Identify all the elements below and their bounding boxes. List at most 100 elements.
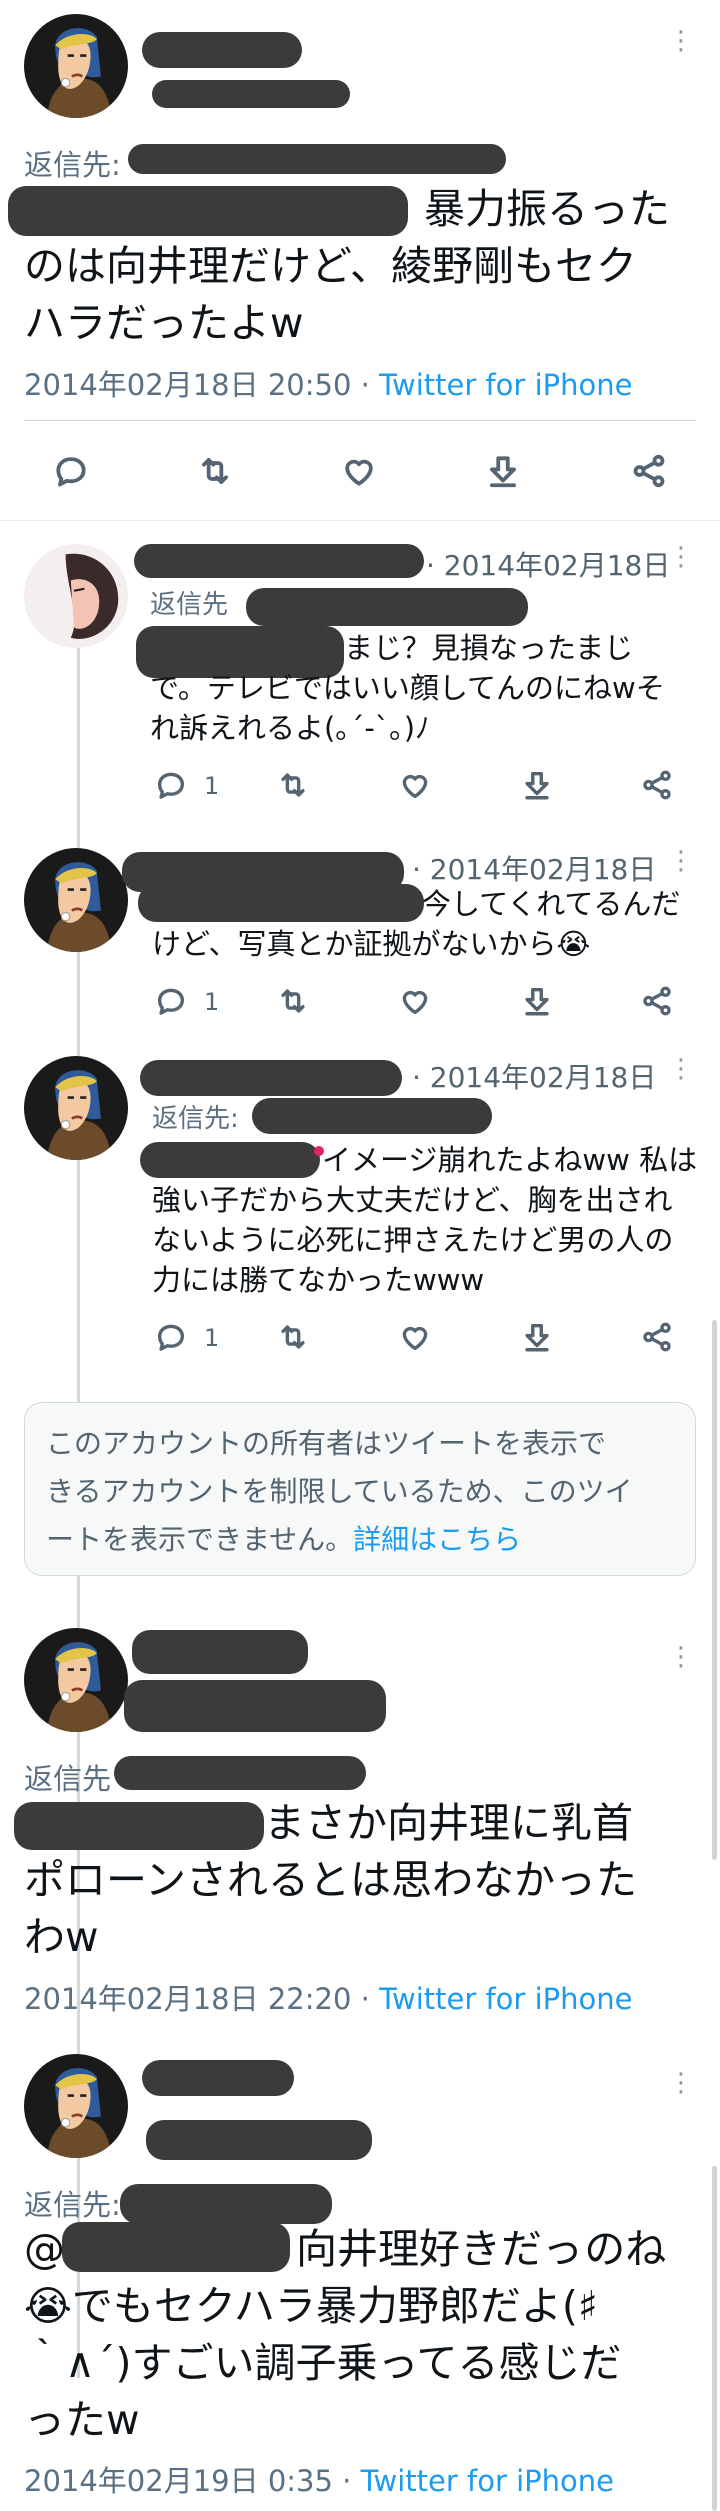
tweet-date: 2014年02月18日 20:50 bbox=[24, 368, 352, 402]
reply-icon[interactable] bbox=[154, 768, 188, 802]
avatar[interactable] bbox=[24, 544, 128, 648]
retweet-icon[interactable] bbox=[196, 452, 234, 490]
notice-line-text: ートを表示できません。 bbox=[46, 1523, 354, 1556]
learn-more-link[interactable]: 詳細はこちら bbox=[353, 1523, 521, 1556]
avatar[interactable] bbox=[24, 1628, 128, 1732]
reply-text-line: ないように必死に押さえたけど男の人の bbox=[152, 1223, 674, 1257]
reply-icon[interactable] bbox=[52, 452, 90, 490]
avatar[interactable] bbox=[24, 848, 128, 952]
more-icon[interactable]: ⋮ bbox=[668, 544, 694, 570]
notice-line: このアカウントの所有者はツイートを表示で bbox=[46, 1427, 607, 1460]
tweet-meta: 2014年02月18日 20:50 · Twitter for iPhone bbox=[24, 362, 632, 404]
reply-to-label: 返信先: bbox=[152, 1104, 239, 1134]
like-icon[interactable] bbox=[398, 984, 432, 1018]
redacted-reply-target bbox=[120, 2184, 332, 2224]
reply-icon[interactable] bbox=[154, 984, 188, 1018]
tweet-text-line: のは向井理だけど、綾野剛もセク bbox=[24, 242, 637, 290]
tweet-text-line: 向井理好きだっのね bbox=[296, 2225, 667, 2273]
share-icon[interactable] bbox=[640, 984, 674, 1018]
tweet-text-line: 暴力振るった bbox=[424, 185, 670, 233]
redacted-mention bbox=[62, 2222, 290, 2272]
notice-line: きるアカウントを制限しているため、このツイ bbox=[46, 1475, 633, 1508]
reply-date: · 2014年02月18日 bbox=[412, 853, 657, 886]
separator: · bbox=[342, 2464, 352, 2498]
reply-date: · 2014年02月18日 bbox=[412, 1061, 657, 1094]
reply-text-line: 力には勝てなかったwww bbox=[152, 1263, 485, 1297]
at-sign: @ bbox=[24, 2225, 65, 2273]
reply-count: 1 bbox=[204, 988, 220, 1016]
redacted-display-name bbox=[132, 1630, 308, 1674]
reply-to-label: 返信先: bbox=[24, 2188, 121, 2222]
more-icon[interactable]: ⋮ bbox=[668, 2070, 694, 2096]
retweet-icon[interactable] bbox=[276, 1320, 310, 1354]
redacted-handle bbox=[152, 80, 350, 108]
redacted-display-name bbox=[142, 2060, 294, 2096]
more-icon[interactable]: ⋮ bbox=[668, 848, 694, 874]
separator: · bbox=[360, 1982, 370, 2016]
retweet-icon[interactable] bbox=[276, 984, 310, 1018]
scrollbar[interactable] bbox=[712, 1320, 717, 1860]
download-icon[interactable] bbox=[520, 1320, 554, 1354]
avatar[interactable] bbox=[24, 14, 128, 118]
avatar[interactable] bbox=[24, 1056, 128, 1160]
like-icon[interactable] bbox=[398, 768, 432, 802]
tweet-text-line: ｀∧´)すごい調子乗ってる感じだ bbox=[24, 2339, 622, 2387]
share-icon[interactable] bbox=[630, 452, 668, 490]
reply-text-line: 今してくれてるんだ bbox=[422, 887, 681, 921]
redacted-display-name bbox=[142, 32, 302, 68]
reply-text-line: れ訴えれるよ(｡ˊ-ˋ｡)ﾉ bbox=[150, 711, 430, 745]
more-icon[interactable]: ⋮ bbox=[668, 1644, 694, 1670]
redacted-handle bbox=[124, 1680, 386, 1732]
redacted-mention bbox=[140, 1142, 320, 1178]
reply-text-line: けど、写真とか証拠がないから😭 bbox=[152, 927, 591, 961]
like-icon[interactable] bbox=[398, 1320, 432, 1354]
tweet-source-link[interactable]: Twitter for iPhone bbox=[379, 368, 632, 402]
redacted-handle bbox=[146, 2120, 372, 2160]
retweet-icon[interactable] bbox=[276, 768, 310, 802]
download-icon[interactable] bbox=[484, 452, 522, 490]
reply-to-label: 返信先: bbox=[24, 148, 121, 182]
redacted-mention bbox=[138, 884, 424, 922]
reply-text-line: イメージ崩れたよねww 私は bbox=[322, 1143, 698, 1177]
scrollbar[interactable] bbox=[712, 2166, 717, 2511]
reply-text-line: まじ？見損なったまじ bbox=[344, 631, 634, 665]
reply-to-label: 返信先 bbox=[24, 1762, 112, 1796]
redacted-reply-target bbox=[114, 1756, 366, 1790]
tweet-source-link[interactable]: Twitter for iPhone bbox=[361, 2464, 614, 2498]
redacted-display-name bbox=[140, 1060, 402, 1096]
more-icon[interactable]: ⋮ bbox=[668, 1056, 694, 1082]
divider bbox=[24, 420, 696, 421]
redacted-mention bbox=[14, 1802, 264, 1850]
reply-icon[interactable] bbox=[154, 1320, 188, 1354]
avatar[interactable] bbox=[24, 2054, 128, 2158]
tweet-date: 2014年02月19日 0:35 bbox=[24, 2464, 333, 2498]
reply-text-line: で。テレビではいい顔してんのにねwそ bbox=[150, 671, 665, 705]
download-icon[interactable] bbox=[520, 768, 554, 802]
tweet-source-link[interactable]: Twitter for iPhone bbox=[379, 1982, 632, 2016]
share-icon[interactable] bbox=[640, 768, 674, 802]
notice-line: ートを表示できません。詳細はこちら bbox=[46, 1516, 633, 1564]
tweet-text-line: ったw bbox=[24, 2396, 140, 2444]
tweet-text-line: まさか向井理に乳首 bbox=[264, 1799, 633, 1847]
tweet-meta: 2014年02月19日 0:35 · Twitter for iPhone bbox=[24, 2458, 614, 2500]
redacted-reply-target bbox=[252, 1098, 492, 1134]
download-icon[interactable] bbox=[520, 984, 554, 1018]
redacted-reply-target bbox=[246, 588, 528, 626]
more-icon[interactable]: ⋮ bbox=[668, 28, 694, 54]
reply-to-label: 返信先 bbox=[150, 590, 229, 620]
reply-count: 1 bbox=[204, 772, 220, 800]
tweet-meta: 2014年02月18日 22:20 · Twitter for iPhone bbox=[24, 1976, 632, 2018]
redacted-mention bbox=[8, 186, 408, 236]
notice-text: このアカウントの所有者はツイートを表示で きるアカウントを制限しているため、この… bbox=[46, 1420, 633, 1564]
tweet-text-line: わw bbox=[24, 1913, 99, 1961]
tweet-text-line: 😭でもセクハラ暴力野郎だよ(♯ bbox=[24, 2282, 598, 2330]
share-icon[interactable] bbox=[640, 1320, 674, 1354]
tweet-text-line: ハラだったよw bbox=[24, 299, 304, 347]
separator: · bbox=[360, 368, 370, 402]
reply-count: 1 bbox=[204, 1324, 220, 1352]
tweet-text-line: ポローンされるとは思わなかった bbox=[24, 1856, 637, 1904]
redacted-reply-target bbox=[128, 144, 506, 174]
like-icon[interactable] bbox=[340, 452, 378, 490]
tweet-date: 2014年02月18日 22:20 bbox=[24, 1982, 352, 2016]
reply-date: · 2014年02月18日 bbox=[426, 549, 671, 582]
